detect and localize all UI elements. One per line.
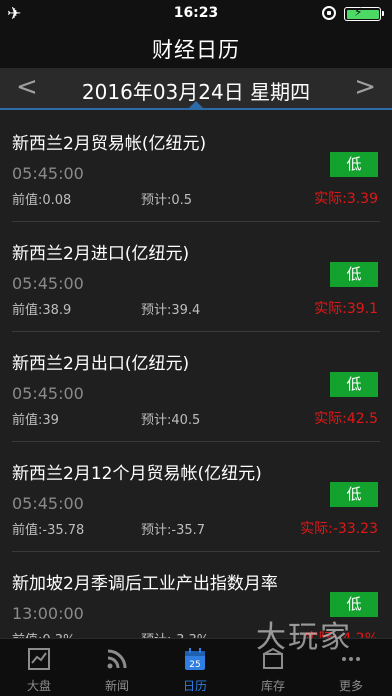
event-time: 05:45:00: [12, 494, 84, 513]
tab-market[interactable]: 大盘: [0, 639, 78, 696]
event-time: 05:45:00: [12, 164, 84, 183]
calendar-day-number: 25: [189, 660, 200, 670]
nav-bar: 财经日历: [0, 28, 392, 68]
forecast-value: 预计:-3.3%: [141, 629, 209, 638]
event-time: 05:45:00: [12, 384, 84, 403]
actual-value: 实际:3.39: [314, 191, 378, 207]
tab-news[interactable]: 新闻: [78, 639, 156, 696]
tab-label: 更多: [338, 679, 363, 693]
actual-value: 实际:39.1: [314, 301, 378, 317]
event-item[interactable]: 新西兰2月12个月贸易帐(亿纽元) 05:45:00 低 前值:-35.78 预…: [12, 442, 380, 552]
actual-value: 实际:42.5: [314, 411, 378, 427]
event-title: 新西兰2月出口(亿纽元): [12, 354, 190, 374]
importance-badge: 低: [330, 152, 378, 177]
battery-icon: [344, 7, 384, 21]
event-list[interactable]: 新西兰2月贸易帐(亿纽元) 05:45:00 低 前值:0.08 预计:0.5 …: [0, 112, 392, 638]
tab-label: 库存: [260, 679, 285, 693]
charging-icon: ⚡: [354, 5, 363, 19]
next-day-button[interactable]: >: [354, 74, 376, 100]
status-bar: ✈ 16:23 ⚡: [0, 0, 392, 28]
previous-value: 前值:38.9: [12, 303, 72, 318]
event-title: 新西兰2月进口(亿纽元): [12, 244, 190, 264]
rotation-lock-icon: [322, 6, 336, 20]
tab-calendar[interactable]: 25 日历: [156, 639, 234, 696]
event-item[interactable]: 新西兰2月出口(亿纽元) 05:45:00 低 前值:39 预计:40.5 实际…: [12, 332, 380, 442]
calendar-icon: 25: [185, 648, 205, 670]
forecast-value: 预计:39.4: [141, 303, 201, 318]
tab-label: 大盘: [26, 679, 51, 693]
event-item[interactable]: 新西兰2月进口(亿纽元) 05:45:00 低 前值:38.9 预计:39.4 …: [12, 222, 380, 332]
previous-value: 前值:-35.78: [12, 523, 85, 538]
page-title: 财经日历: [152, 38, 240, 62]
previous-value: 前值:0.3%: [12, 629, 75, 638]
date-indicator-notch: [189, 101, 203, 108]
forecast-value: 预计:0.5: [141, 193, 193, 208]
forecast-value: 预计:40.5: [141, 413, 201, 428]
market-chart-icon: [28, 648, 50, 670]
previous-value: 前值:39: [12, 413, 59, 428]
actual-value: 实际:-33.23: [300, 521, 378, 537]
importance-badge: 低: [330, 372, 378, 397]
event-title: 新加坡2月季调后工业产出指数月率: [12, 574, 278, 594]
event-title: 新西兰2月12个月贸易帐(亿纽元): [12, 464, 262, 484]
previous-value: 前值:0.08: [12, 193, 72, 208]
watermark-logo: 大玩家: [256, 620, 352, 655]
importance-badge: 低: [330, 482, 378, 507]
date-selector: < 2016年03月24日 星期四 >: [0, 68, 392, 110]
forecast-value: 预计:-35.7: [141, 523, 206, 538]
event-time: 05:45:00: [12, 274, 84, 293]
tab-label: 日历: [182, 679, 207, 693]
event-time: 13:00:00: [12, 604, 84, 623]
importance-badge: 低: [330, 262, 378, 287]
rss-feed-icon: [107, 649, 127, 669]
event-title: 新西兰2月贸易帐(亿纽元): [12, 134, 207, 154]
event-item[interactable]: 新西兰2月贸易帐(亿纽元) 05:45:00 低 前值:0.08 预计:0.5 …: [12, 112, 380, 222]
tab-label: 新闻: [104, 679, 129, 693]
